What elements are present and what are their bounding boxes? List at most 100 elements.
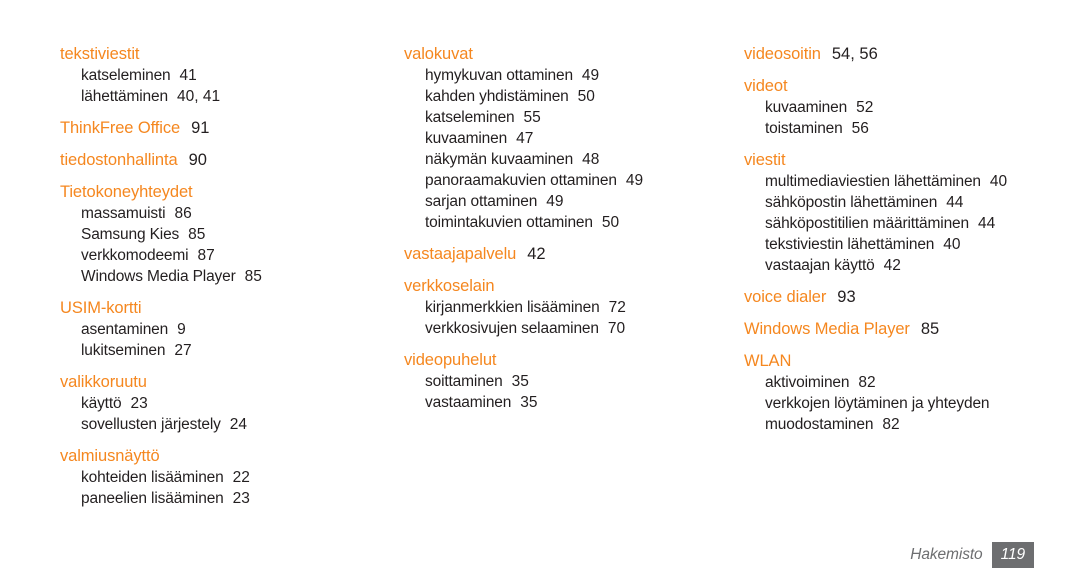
index-heading-label: USIM-kortti [60,299,142,317]
index-entry-label: kahden yhdistäminen [425,88,569,105]
index-entry-pages: 85 [188,226,206,243]
index-group: verkkoselain kirjanmerkkien lisääminen 72 v… [404,276,734,339]
index-entry[interactable]: sähköpostin lähettäminen 44 [744,192,1080,213]
index-group: valikkoruutu käyttö 23 sovellusten järjeste… [60,372,392,435]
column-3: videosoitin 54, 56 videot kuvaaminen 52 toist… [734,44,1080,435]
index-entry-list: multimediaviestien lähettäminen 40 sähköpo… [744,171,1080,276]
index-group: vastaajapalvelu 42 [404,244,734,265]
index-entry[interactable]: verkkojen löytäminen ja yhteyden muodost… [744,393,1080,435]
index-heading-label: voice dialer [744,288,827,306]
index-entry[interactable]: soittaminen 35 [404,371,734,392]
column-1: tekstiviestit katseleminen 41 lähettäminen 4… [0,44,392,509]
index-heading[interactable]: WLAN [744,351,1080,372]
index-heading-pages: 93 [837,288,856,306]
index-heading-label: valokuvat [404,45,473,63]
index-entry-label: kohteiden lisääminen [81,469,224,486]
index-entry[interactable]: Windows Media Player 85 [60,266,392,287]
index-entry-pages: 42 [883,257,901,274]
index-heading[interactable]: valokuvat [404,44,734,65]
index-heading[interactable]: ThinkFree Office 91 [60,118,392,139]
index-entry-label: lukitseminen [81,342,166,359]
index-heading[interactable]: videosoitin 54, 56 [744,44,1080,65]
index-entry[interactable]: katseleminen 55 [404,107,734,128]
index-heading[interactable]: videot [744,76,1080,97]
index-heading[interactable]: tiedostonhallinta 90 [60,150,392,171]
index-entry[interactable]: hymykuvan ottaminen 49 [404,65,734,86]
index-entry[interactable]: verkkosivujen selaaminen 70 [404,318,734,339]
index-entry[interactable]: paneelien lisääminen 23 [60,488,392,509]
index-heading[interactable]: verkkoselain [404,276,734,297]
index-group: valokuvat hymykuvan ottaminen 49 kahden yhd… [404,44,734,233]
index-group: USIM-kortti asentaminen 9 lukitseminen 27 [60,298,392,361]
index-heading-label: Windows Media Player [744,320,910,338]
index-entry-label: näkymän kuvaaminen [425,151,574,168]
index-heading[interactable]: viestit [744,150,1080,171]
index-entry-pages: 50 [577,88,595,105]
index-entry-label: käyttö [81,395,122,412]
index-entry[interactable]: katseleminen 41 [60,65,392,86]
index-entry-pages: 44 [946,194,964,211]
index-entry[interactable]: verkkomodeemi 87 [60,245,392,266]
index-entry-list: kuvaaminen 52 toistaminen 56 [744,97,1080,139]
index-entry[interactable]: Samsung Kies 85 [60,224,392,245]
index-entry[interactable]: multimediaviestien lähettäminen 40 [744,171,1080,192]
index-entry[interactable]: asentaminen 9 [60,319,392,340]
index-entry-label: verkkomodeemi [81,247,189,264]
index-entry-pages: 49 [546,193,564,210]
index-heading[interactable]: vastaajapalvelu 42 [404,244,734,265]
index-entry[interactable]: massamuisti 86 [60,203,392,224]
index-heading[interactable]: tekstiviestit [60,44,392,65]
index-entry[interactable]: kohteiden lisääminen 22 [60,467,392,488]
index-entry-label: vastaaminen [425,394,512,411]
index-heading-label: WLAN [744,352,792,370]
index-group: ThinkFree Office 91 [60,118,392,139]
index-entry[interactable]: kahden yhdistäminen 50 [404,86,734,107]
index-entry-label: katseleminen [425,109,515,126]
index-heading[interactable]: Tietokoneyhteydet [60,182,392,203]
index-entry-pages: 72 [608,299,626,316]
index-heading-label: Tietokoneyhteydet [60,183,193,201]
index-heading[interactable]: valmiusnäyttö [60,446,392,467]
index-entry-pages: 50 [601,214,620,231]
index-entry[interactable]: panoraamakuvien ottaminen 49 [404,170,734,191]
index-heading-label: vastaajapalvelu [404,245,517,263]
index-entry-list: asentaminen 9 lukitseminen 27 [60,319,392,361]
index-entry[interactable]: käyttö 23 [60,393,392,414]
index-entry[interactable]: näkymän kuvaaminen 48 [404,149,734,170]
index-entry[interactable]: kuvaaminen 52 [744,97,1080,118]
index-entry-pages: 35 [520,394,538,411]
index-entry[interactable]: lukitseminen 27 [60,340,392,361]
index-heading[interactable]: voice dialer 93 [744,287,1080,308]
index-entry[interactable]: tekstiviestin lähettäminen 40 [744,234,1080,255]
footer-section-label: Hakemisto [910,545,983,563]
index-entry-list: hymykuvan ottaminen 49 kahden yhdistäminen… [404,65,734,233]
index-group: videopuhelut soittaminen 35 vastaaminen 35 [404,350,734,413]
index-entry-label: Samsung Kies [81,226,180,243]
index-heading-pages: 42 [527,245,546,263]
index-entry[interactable]: sarjan ottaminen 49 [404,191,734,212]
index-entry[interactable]: kirjanmerkkien lisääminen 72 [404,297,734,318]
index-entry-pages: 22 [232,469,250,486]
index-entry-label: hymykuvan ottaminen [425,67,573,84]
index-entry[interactable]: sähköpostitilien määrittäminen 44 [744,213,1080,234]
index-heading-label: videosoitin [744,45,821,63]
index-entry[interactable]: sovellusten järjestely 24 [60,414,392,435]
index-entry-pages: 27 [174,342,192,359]
index-entry[interactable]: lähettäminen 40, 41 [60,86,392,107]
index-heading[interactable]: USIM-kortti [60,298,392,319]
index-entry-pages: 70 [607,320,626,337]
index-entry[interactable]: vastaaminen 35 [404,392,734,413]
index-entry[interactable]: aktivoiminen 82 [744,372,1080,393]
index-heading[interactable]: Windows Media Player 85 [744,319,1080,340]
index-entry-pages: 86 [174,205,192,222]
index-entry[interactable]: toistaminen 56 [744,118,1080,139]
index-entry-pages: 35 [511,373,529,390]
index-entry-label: tekstiviestin lähettäminen [765,236,935,253]
index-heading[interactable]: videopuhelut [404,350,734,371]
index-entry-pages: 48 [582,151,600,168]
index-heading[interactable]: valikkoruutu [60,372,392,393]
index-entry[interactable]: kuvaaminen 47 [404,128,734,149]
index-heading-label: viestit [744,151,786,169]
index-entry[interactable]: vastaajan käyttö 42 [744,255,1080,276]
index-entry[interactable]: toimintakuvien ottaminen 50 [404,212,734,233]
